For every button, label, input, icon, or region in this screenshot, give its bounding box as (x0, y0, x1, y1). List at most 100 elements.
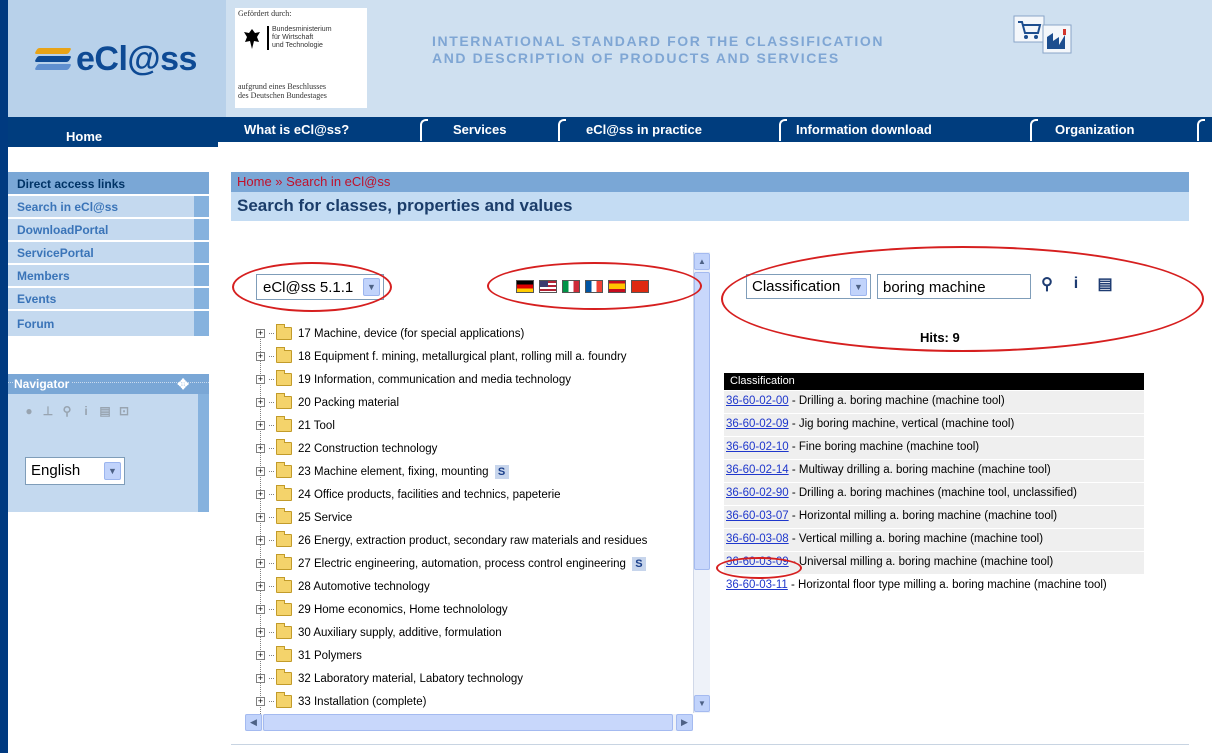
folder-icon (276, 508, 292, 524)
navigator-titlebar[interactable]: Navigator ✥ (8, 374, 209, 394)
sidebar-item-downloadportal[interactable]: DownloadPortal (8, 217, 209, 240)
table-row: 36-60-02-14 - Multiway drilling a. borin… (724, 459, 1144, 482)
folder-icon (276, 531, 292, 547)
nav-organization[interactable]: Organization (1055, 122, 1134, 137)
result-code-link[interactable]: 36-60-02-90 (726, 487, 789, 499)
table-row: 36-60-02-90 - Drilling a. boring machine… (724, 482, 1144, 505)
expand-icon[interactable]: + (256, 536, 265, 545)
sidebar-heading: Direct access links (8, 172, 209, 194)
nav-separator (1197, 119, 1205, 141)
tagline: INTERNATIONAL STANDARD FOR THE CLASSIFIC… (432, 33, 885, 66)
folder-icon (276, 439, 292, 455)
nav-information-download[interactable]: Information download (796, 122, 932, 137)
expand-icon[interactable]: + (256, 421, 265, 430)
breadcrumb[interactable]: Home » Search in eCl@ss (231, 172, 1189, 192)
expand-icon[interactable]: + (256, 398, 265, 407)
tree-vertical-scrollbar[interactable]: ▲ ▼ (693, 252, 710, 713)
result-code-link[interactable]: 36-60-02-10 (726, 441, 789, 453)
tree-node[interactable]: +20 Packing material (252, 391, 692, 414)
expand-icon[interactable]: + (256, 467, 265, 476)
table-row: 36-60-03-11 - Horizontal floor type mill… (724, 574, 1144, 597)
annotation-oval-result (716, 557, 802, 579)
tree-node[interactable]: +28 Automotive technology (252, 575, 692, 598)
expand-icon[interactable]: + (256, 697, 265, 706)
scroll-left-icon[interactable]: ◀ (245, 714, 262, 731)
result-code-link[interactable]: 36-60-03-11 (726, 579, 788, 591)
nav-separator (779, 119, 787, 141)
nav-home[interactable]: Home (8, 117, 218, 147)
result-code-link[interactable]: 36-60-02-00 (726, 395, 789, 407)
tree-node[interactable]: +30 Auxiliary supply, additive, formulat… (252, 621, 692, 644)
table-row: 36-60-02-00 - Drilling a. boring machine… (724, 390, 1144, 413)
tree-node[interactable]: +22 Construction technology (252, 437, 692, 460)
sidebar-item-forum[interactable]: Forum (8, 309, 209, 336)
nav-what-is[interactable]: What is eCl@ss? (244, 122, 349, 137)
tree-node[interactable]: +21 Tool (252, 414, 692, 437)
annotation-oval-version (232, 262, 392, 312)
tree-node[interactable]: +23 Machine element, fixing, mounting S (252, 460, 692, 483)
info-icon[interactable]: i (79, 404, 93, 418)
scroll-down-icon[interactable]: ▼ (694, 695, 710, 712)
tree-node[interactable]: +24 Office products, facilities and tech… (252, 483, 692, 506)
tree-node[interactable]: +31 Polymers (252, 644, 692, 667)
expand-icon[interactable]: + (256, 605, 265, 614)
shopping-cart-icon[interactable] (1013, 15, 1073, 57)
scroll-thumb[interactable] (694, 272, 710, 570)
result-code-link[interactable]: 36-60-02-14 (726, 464, 789, 476)
move-handle-icon[interactable]: ✥ (177, 376, 189, 393)
folder-icon (276, 416, 292, 432)
result-code-link[interactable]: 36-60-02-09 (726, 418, 789, 430)
sidebar-item-events[interactable]: Events (8, 286, 209, 309)
expand-icon[interactable]: + (256, 651, 265, 660)
result-code-link[interactable]: 36-60-03-08 (726, 533, 789, 545)
language-select[interactable]: English ▼ (25, 457, 125, 485)
tree-node[interactable]: +19 Information, communication and media… (252, 368, 692, 391)
page-title: Search for classes, properties and value… (231, 192, 1189, 221)
folder-icon (276, 692, 292, 708)
standard-badge[interactable]: S (494, 464, 509, 479)
site-header: eCl@ss Gefördert durch: Bundesministeriu… (8, 0, 1212, 117)
expand-icon[interactable]: + (256, 513, 265, 522)
tree-node[interactable]: +25 Service (252, 506, 692, 529)
expand-icon[interactable]: + (256, 582, 265, 591)
tree-node[interactable]: +18 Equipment f. mining, metallurgical p… (252, 345, 692, 368)
print-icon[interactable]: ▤ (98, 404, 112, 418)
expand-icon[interactable]: + (256, 559, 265, 568)
eclass-logo[interactable]: eCl@ss (34, 40, 197, 79)
expand-icon[interactable]: + (256, 490, 265, 499)
expand-icon[interactable]: + (256, 352, 265, 361)
sidebar-item-members[interactable]: Members (8, 263, 209, 286)
search-icon[interactable]: ⚲ (60, 404, 74, 418)
tree-node[interactable]: +29 Home economics, Home technolology (252, 598, 692, 621)
tree-node[interactable]: +26 Energy, extraction product, secondar… (252, 529, 692, 552)
tree-horizontal-scrollbar[interactable]: ◀ ▶ (245, 714, 693, 731)
navigator-panel: Navigator ✥ ● ⊥ ⚲ i ▤ ⊡ English ▼ (8, 374, 209, 512)
tree-node[interactable]: +33 Installation (complete) (252, 690, 692, 713)
logo-text: eCl@ss (76, 40, 197, 78)
scroll-right-icon[interactable]: ▶ (676, 714, 693, 731)
chevron-down-icon[interactable]: ▼ (104, 462, 121, 480)
expand-icon[interactable]: + (256, 674, 265, 683)
scroll-up-icon[interactable]: ▲ (694, 253, 710, 270)
expand-icon[interactable]: + (256, 375, 265, 384)
nav-in-practice[interactable]: eCl@ss in practice (586, 122, 702, 137)
folder-icon (276, 646, 292, 662)
folder-icon (276, 669, 292, 685)
navigator-title: Navigator (14, 377, 73, 391)
tree-node[interactable]: +32 Laboratory material, Labatory techno… (252, 667, 692, 690)
sponsor-top-text: Gefördert durch: (238, 9, 292, 18)
expand-icon[interactable]: + (256, 628, 265, 637)
sidebar-item-search[interactable]: Search in eCl@ss (8, 194, 209, 217)
nav-services[interactable]: Services (453, 122, 507, 137)
scroll-thumb[interactable] (263, 714, 673, 731)
user-icon[interactable]: ● (22, 404, 36, 418)
result-code-link[interactable]: 36-60-03-07 (726, 510, 789, 522)
tree-node[interactable]: +27 Electric engineering, automation, pr… (252, 552, 692, 575)
expand-icon[interactable]: + (256, 444, 265, 453)
export-icon[interactable]: ⊡ (117, 404, 131, 418)
standard-badge[interactable]: S (631, 556, 646, 571)
sidebar-item-serviceportal[interactable]: ServicePortal (8, 240, 209, 263)
tree-node[interactable]: +17 Machine, device (for special applica… (252, 322, 692, 345)
hierarchy-icon[interactable]: ⊥ (41, 404, 55, 418)
expand-icon[interactable]: + (256, 329, 265, 338)
